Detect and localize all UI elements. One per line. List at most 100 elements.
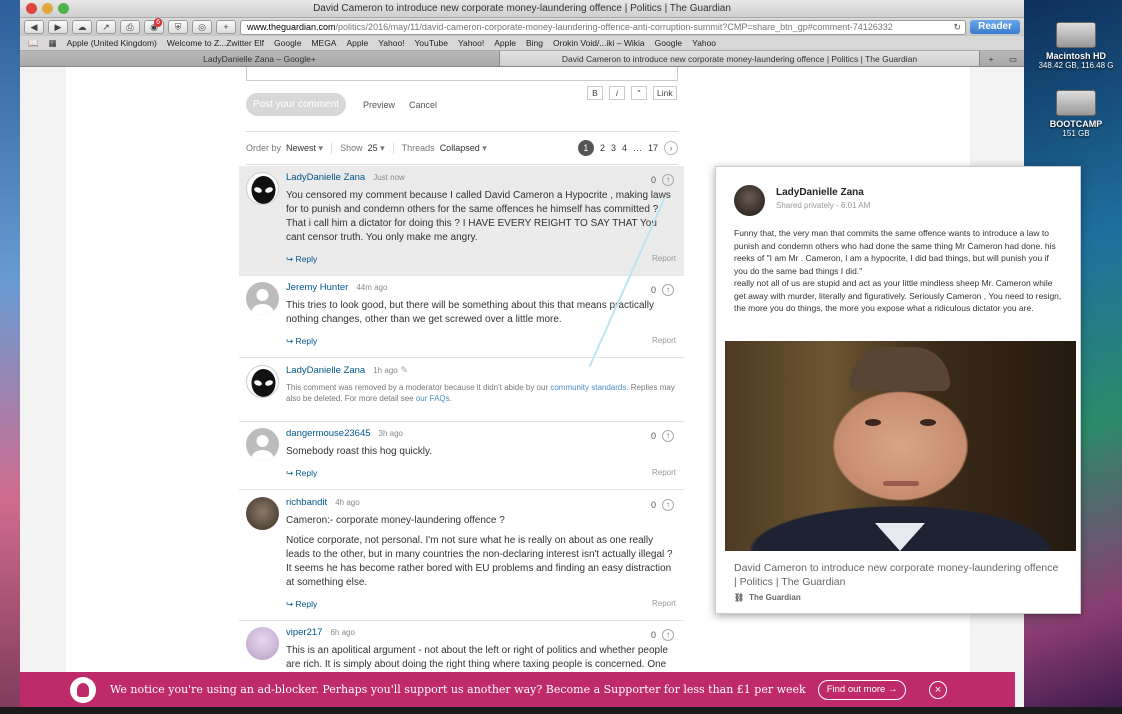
- upvote-icon[interactable]: ↑: [662, 174, 674, 186]
- quote-button[interactable]: ": [631, 86, 647, 100]
- reload-icon[interactable]: ↻: [954, 21, 962, 34]
- report-button[interactable]: Report: [652, 468, 676, 479]
- upvote-icon[interactable]: ↑: [662, 430, 674, 442]
- tab-google-plus[interactable]: LadyDanielle Zana – Google+: [20, 51, 500, 66]
- bookmark-item[interactable]: Yahoo: [692, 38, 716, 48]
- next-page-icon[interactable]: ›: [664, 141, 678, 155]
- avatar[interactable]: [246, 627, 279, 660]
- bookmark-item[interactable]: Apple: [346, 38, 368, 48]
- article-photo[interactable]: [725, 341, 1076, 551]
- comment-author[interactable]: LadyDanielle Zana: [286, 365, 365, 376]
- comment-author[interactable]: LadyDanielle Zana: [286, 172, 365, 183]
- disk-bootcamp[interactable]: BOOTCAMP 151 GB: [1030, 90, 1122, 138]
- comment-time[interactable]: 4h ago: [335, 498, 359, 507]
- order-by-control[interactable]: Order by Newest ▾: [246, 142, 333, 154]
- report-button[interactable]: Report: [652, 336, 676, 347]
- bookmark-item[interactable]: Welcome to Z...Zwitter Elf: [167, 38, 264, 48]
- vote-count: 0: [650, 630, 656, 640]
- address-bar[interactable]: www.theguardian.com/politics/2016/may/11…: [240, 19, 967, 35]
- close-icon[interactable]: ×: [929, 680, 947, 699]
- report-button[interactable]: Report: [652, 599, 676, 610]
- post-comment-button[interactable]: Post your comment: [246, 93, 346, 116]
- bookmark-item[interactable]: Google: [655, 38, 682, 48]
- bookmark-item[interactable]: Yahoo!: [458, 38, 484, 48]
- comment-time[interactable]: 1h ago: [373, 366, 397, 375]
- shield-icon[interactable]: ⛨: [168, 20, 188, 34]
- bookmark-item[interactable]: Google: [274, 38, 301, 48]
- share-icon[interactable]: ↗: [96, 20, 116, 34]
- target-icon[interactable]: ◎: [192, 20, 212, 34]
- show-count-control[interactable]: Show 25 ▾: [340, 142, 394, 154]
- comment-time[interactable]: 44m ago: [356, 283, 387, 292]
- bold-button[interactable]: B: [587, 86, 603, 100]
- top-sites-grid-icon[interactable]: ▦: [49, 38, 57, 49]
- upvote-icon[interactable]: ↑: [662, 284, 674, 296]
- avatar[interactable]: [246, 428, 279, 461]
- comment-author[interactable]: richbandit: [286, 497, 327, 508]
- comment-time[interactable]: Just now: [373, 173, 405, 182]
- icloud-icon[interactable]: ☁: [72, 20, 92, 34]
- article-link-title[interactable]: David Cameron to introduce new corporate…: [734, 561, 1062, 589]
- cancel-button[interactable]: Cancel: [409, 100, 437, 110]
- reply-button[interactable]: ↪ Reply: [286, 599, 317, 610]
- page-1[interactable]: 1: [577, 140, 594, 156]
- bookmark-item[interactable]: Apple (United Kingdom): [67, 38, 157, 48]
- comment-time[interactable]: 3h ago: [379, 429, 403, 438]
- shared-post-card: LadyDanielle Zana Shared privately - 6:0…: [715, 166, 1081, 614]
- community-standards-link[interactable]: community standards: [550, 383, 626, 392]
- find-out-more-button[interactable]: Find out more →: [817, 679, 907, 700]
- reader-button[interactable]: Reader: [970, 20, 1020, 34]
- print-icon[interactable]: ⎙: [120, 20, 140, 34]
- back-button[interactable]: ◀: [24, 20, 44, 34]
- comment-author[interactable]: viper217: [286, 627, 322, 638]
- bookmark-item[interactable]: Orokin Void/...iki – Wikia: [553, 38, 645, 48]
- comment-time[interactable]: 6h ago: [330, 628, 354, 637]
- zoom-window-button[interactable]: [58, 3, 69, 14]
- report-button[interactable]: Report: [652, 254, 676, 265]
- minimize-window-button[interactable]: [42, 3, 53, 14]
- comment-author[interactable]: Jeremy Hunter: [286, 282, 348, 293]
- avatar[interactable]: [246, 497, 279, 530]
- tab-guardian[interactable]: David Cameron to introduce new corporate…: [500, 51, 980, 66]
- link-button[interactable]: Link: [653, 86, 677, 100]
- post-author[interactable]: LadyDanielle Zana: [776, 187, 864, 198]
- comment-author[interactable]: dangermouse23645: [286, 428, 371, 439]
- disk-macintosh-hd[interactable]: Macintosh HD 348.42 GB, 116.48 G: [1030, 22, 1122, 70]
- upvote-icon[interactable]: ↑: [662, 629, 674, 641]
- hard-drive-icon: [1056, 22, 1096, 48]
- bookmark-item[interactable]: YouTube: [415, 38, 448, 48]
- reply-button[interactable]: ↪ Reply: [286, 254, 317, 265]
- page-3[interactable]: 3: [611, 143, 616, 153]
- tab-overview-icon[interactable]: ▭: [1002, 51, 1024, 66]
- comment: Jeremy Hunter 44m ago This tries to look …: [239, 276, 684, 358]
- reply-button[interactable]: ↪ Reply: [286, 336, 317, 347]
- bookmark-item[interactable]: Apple: [494, 38, 516, 48]
- window-titlebar: David Cameron to introduce new corporate…: [20, 0, 1024, 18]
- bookmark-item[interactable]: MEGA: [311, 38, 336, 48]
- avatar[interactable]: [246, 282, 279, 315]
- reply-arrow-icon: ↪: [286, 599, 294, 609]
- bookmark-item[interactable]: Bing: [526, 38, 543, 48]
- page-17[interactable]: 17: [648, 143, 658, 153]
- avatar[interactable]: [246, 365, 279, 398]
- vote-control: 0 ↑: [651, 499, 674, 511]
- preview-button[interactable]: Preview: [363, 100, 395, 110]
- avatar[interactable]: [734, 185, 765, 216]
- avatar[interactable]: [246, 172, 279, 205]
- page-2[interactable]: 2: [600, 143, 605, 153]
- faqs-link[interactable]: our FAQs: [416, 394, 450, 403]
- upvote-icon[interactable]: ↑: [662, 499, 674, 511]
- page-4[interactable]: 4: [622, 143, 627, 153]
- comment-textarea[interactable]: [246, 67, 678, 81]
- bookmarks-book-icon[interactable]: 📖: [28, 38, 39, 49]
- new-tab-button[interactable]: +: [216, 20, 236, 34]
- close-window-button[interactable]: [26, 3, 37, 14]
- reply-button[interactable]: ↪ Reply: [286, 468, 317, 479]
- threads-control[interactable]: Threads Collapsed ▾: [402, 143, 495, 154]
- bookmark-item[interactable]: Yahoo!: [378, 38, 404, 48]
- extension-badge-icon[interactable]: ◉ 6: [144, 18, 164, 34]
- new-tab-plus-icon[interactable]: +: [980, 51, 1002, 66]
- italic-button[interactable]: i: [609, 86, 625, 100]
- chevron-down-icon: ▾: [380, 142, 385, 153]
- forward-button[interactable]: ▶: [48, 20, 68, 34]
